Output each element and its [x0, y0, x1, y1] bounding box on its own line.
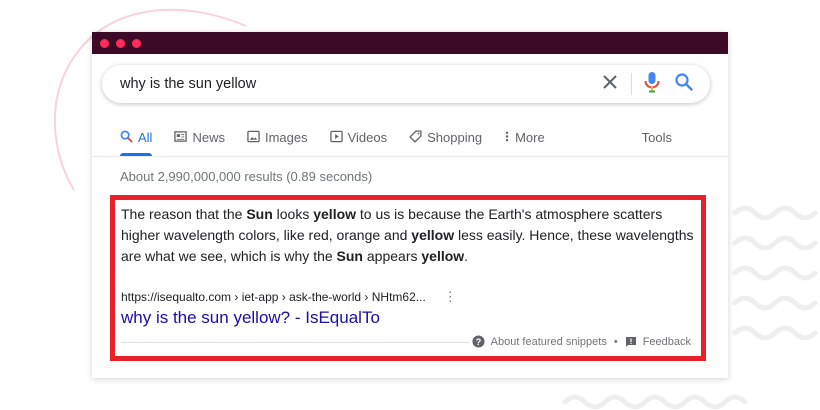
kebab-icon — [504, 130, 510, 146]
tab-videos[interactable]: Videos — [329, 130, 388, 156]
tab-label: Shopping — [427, 130, 483, 145]
result-title-link[interactable]: why is the sun yellow? - IsEqualTo — [121, 308, 380, 328]
tab-all[interactable]: All — [120, 130, 153, 156]
snippet-part-bold: Sun — [336, 248, 363, 264]
window-dot-close[interactable] — [100, 38, 109, 48]
tab-label: More — [515, 130, 545, 145]
search-box-divider — [631, 73, 632, 95]
shopping-tag-icon — [409, 130, 422, 146]
search-box[interactable]: why is the sun yellow — [102, 65, 710, 103]
snippet-part-bold: yellow — [411, 227, 455, 243]
video-icon — [329, 130, 343, 146]
snippet-part-bold: yellow — [421, 248, 465, 264]
featured-snippet: The reason that the Sun looks yellow to … — [110, 195, 706, 361]
microphone-icon[interactable] — [644, 71, 660, 98]
window-dot-maximize[interactable] — [132, 38, 141, 48]
cite-url[interactable]: https://isequalto.com › iet-app › ask-th… — [121, 290, 426, 304]
search-icon — [120, 130, 133, 146]
help-icon[interactable]: ? — [472, 335, 485, 348]
snippet-part-bold: yellow — [313, 206, 357, 222]
tab-more[interactable]: More — [504, 130, 545, 156]
tab-label: All — [138, 130, 153, 145]
snippet-part-bold: Sun — [246, 206, 273, 222]
tools-label: Tools — [641, 130, 672, 145]
svg-text:?: ? — [475, 337, 481, 347]
snippet-divider — [121, 342, 469, 343]
tab-label: Videos — [347, 130, 388, 145]
decorative-waves-bottom — [562, 394, 748, 410]
image-icon — [247, 130, 260, 146]
tab-label: News — [192, 130, 225, 145]
feedback-link[interactable]: Feedback — [643, 336, 691, 348]
decorative-waves — [732, 205, 818, 341]
tab-news[interactable]: News — [174, 130, 225, 156]
clear-icon[interactable] — [601, 73, 619, 96]
tools-button[interactable]: Tools — [642, 130, 672, 156]
footer-separator: • — [613, 335, 618, 348]
search-icon[interactable] — [674, 72, 694, 97]
feedback-icon[interactable] — [625, 336, 637, 348]
tab-shopping[interactable]: Shopping — [409, 130, 482, 156]
window-titlebar — [92, 32, 728, 54]
snippet-part: . — [464, 248, 469, 264]
snippet-part: The reason that the — [121, 206, 247, 222]
search-tabs: All News Images Videos Shopping More Too… — [120, 130, 694, 156]
browser-window: why is the sun yellow All News Images Vi… — [92, 32, 728, 378]
snippet-part: appears — [363, 248, 422, 264]
window-dot-minimize[interactable] — [116, 38, 125, 48]
snippet-part: looks — [272, 206, 314, 222]
snippet-text: The reason that the Sun looks yellow to … — [121, 204, 701, 267]
result-stats: About 2,990,000,000 results (0.89 second… — [120, 169, 373, 184]
tabs-divider — [92, 156, 728, 157]
about-featured-snippets-link[interactable]: About featured snippets — [491, 336, 607, 348]
tab-label: Images — [264, 130, 308, 145]
news-icon — [174, 130, 188, 146]
snippet-footer: ? About featured snippets • Feedback — [472, 335, 691, 348]
result-cite: https://isequalto.com › iet-app › ask-th… — [121, 289, 457, 305]
tab-images[interactable]: Images — [247, 130, 308, 156]
search-input[interactable]: why is the sun yellow — [120, 76, 601, 92]
result-menu-icon[interactable]: ⋮ — [444, 289, 457, 305]
